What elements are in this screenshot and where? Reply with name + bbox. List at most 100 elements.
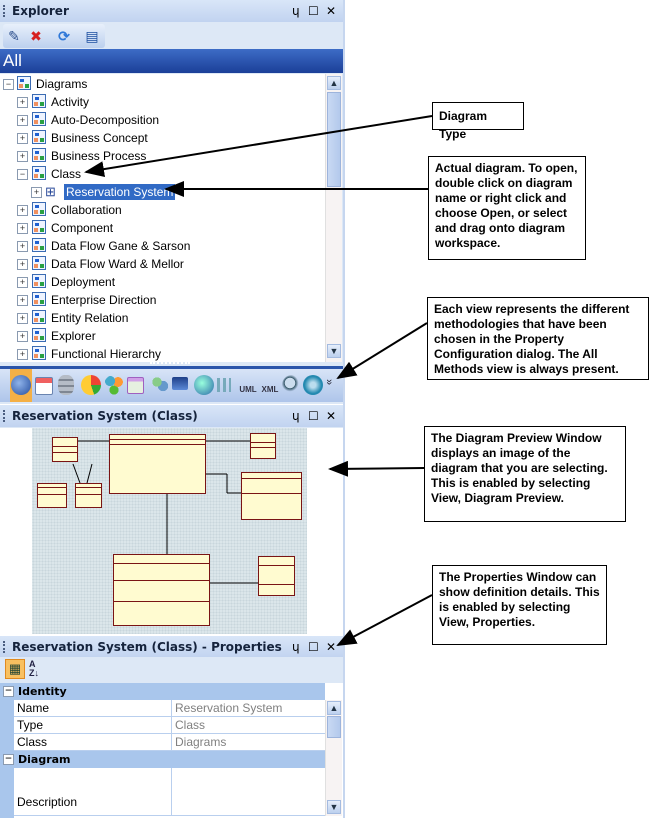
preview-canvas[interactable] <box>32 428 307 634</box>
property-row[interactable]: Name Reservation System <box>14 700 325 717</box>
expand-icon[interactable]: + <box>17 151 28 162</box>
diagram-preview[interactable] <box>0 428 343 636</box>
collapse-icon[interactable]: − <box>3 686 14 697</box>
close-icon[interactable]: ✕ <box>326 405 336 427</box>
collapse-icon[interactable]: − <box>17 169 28 180</box>
scroll-up-icon[interactable]: ▲ <box>327 76 341 90</box>
property-key: Type <box>17 718 44 732</box>
expand-icon[interactable]: + <box>17 205 28 216</box>
explorer-panel: Explorer ɥ ☐ ✕ ✎ ✖ ⟳ ▤ All − Diagrams + A… <box>0 0 343 404</box>
diagram-icon <box>32 328 46 342</box>
preview-titlebar[interactable]: Reservation System (Class) ɥ ☐ ✕ <box>0 405 343 427</box>
expand-icon[interactable]: + <box>17 277 28 288</box>
tree-item-label: Class <box>51 167 82 181</box>
property-row[interactable]: Type Class <box>14 717 325 734</box>
xml-search-icon[interactable]: XML <box>260 375 280 395</box>
expand-icon[interactable]: + <box>17 331 28 342</box>
explorer-titlebar[interactable]: Explorer ɥ ☐ ✕ <box>0 0 343 22</box>
pin-icon[interactable]: ɥ <box>292 405 300 427</box>
expand-icon[interactable]: + <box>17 349 28 360</box>
collapse-icon[interactable]: − <box>3 79 14 90</box>
scroll-up-icon[interactable]: ▲ <box>327 701 341 715</box>
tree-item-label: Deployment <box>51 275 116 289</box>
all-methods-icon[interactable] <box>11 375 31 395</box>
uml-class-box[interactable] <box>241 472 302 520</box>
expand-icon[interactable]: + <box>31 187 42 198</box>
database-icon[interactable] <box>58 375 74 395</box>
close-icon[interactable]: ✕ <box>326 0 336 22</box>
expand-icon[interactable]: + <box>17 133 28 144</box>
web-search-icon[interactable] <box>282 375 302 395</box>
property-value[interactable]: Class <box>175 717 205 734</box>
uml-class-box[interactable] <box>37 483 67 508</box>
properties-icon[interactable]: ▤ <box>83 27 101 45</box>
globe-icon[interactable] <box>194 375 214 395</box>
expand-icon[interactable]: + <box>17 97 28 108</box>
more-icon[interactable]: » <box>323 379 335 385</box>
categorized-button[interactable]: ▦ <box>5 659 25 679</box>
diagram-icon <box>32 94 46 108</box>
uml-class-box[interactable] <box>258 556 295 596</box>
uml-class-box[interactable] <box>113 554 210 626</box>
windows-icon[interactable] <box>127 377 144 394</box>
tree-item-label: Activity <box>51 95 90 109</box>
refresh-icon[interactable]: ⟳ <box>55 27 73 45</box>
diagram-icon <box>32 148 46 162</box>
expand-icon[interactable]: + <box>17 241 28 252</box>
scroll-thumb[interactable] <box>327 92 341 187</box>
tree-item-label: Business Process <box>51 149 147 163</box>
users-icon[interactable] <box>150 375 170 395</box>
maximize-icon[interactable]: ☐ <box>308 636 319 658</box>
category-diagram[interactable]: − Diagram <box>0 751 325 768</box>
property-value[interactable]: Diagrams <box>175 734 226 751</box>
maximize-icon[interactable]: ☐ <box>308 0 319 22</box>
expand-icon[interactable]: + <box>17 223 28 234</box>
monitor-icon[interactable] <box>172 377 188 390</box>
preview-title: Reservation System (Class) <box>12 409 198 423</box>
property-value[interactable]: Reservation System <box>175 700 282 717</box>
expand-icon[interactable]: + <box>17 115 28 126</box>
network-icon[interactable] <box>104 375 124 395</box>
uml-class-box[interactable] <box>75 483 102 508</box>
scroll-down-icon[interactable]: ▼ <box>327 800 341 814</box>
uml-search-icon[interactable]: UML <box>238 375 258 395</box>
properties-titlebar[interactable]: Reservation System (Class) - Properties … <box>0 636 343 658</box>
scroll-down-icon[interactable]: ▼ <box>327 344 341 358</box>
diagram-icon <box>32 130 46 144</box>
collapse-icon[interactable]: − <box>3 754 14 765</box>
expand-icon[interactable]: + <box>17 259 28 270</box>
category-identity[interactable]: − Identity <box>0 683 325 700</box>
property-row[interactable]: Description <box>14 768 325 816</box>
grip-handle[interactable] <box>3 641 7 653</box>
scales-icon[interactable] <box>303 375 323 395</box>
delete-icon[interactable]: ✖ <box>27 27 45 45</box>
scroll-thumb[interactable] <box>327 716 341 738</box>
transform-icon[interactable] <box>217 378 231 392</box>
close-icon[interactable]: ✕ <box>326 636 336 658</box>
alphabetical-button[interactable]: A Z↓ <box>29 660 39 678</box>
chart-icon[interactable] <box>81 375 101 395</box>
maximize-icon[interactable]: ☐ <box>308 405 319 427</box>
expand-icon[interactable]: + <box>17 295 28 306</box>
uml-class-box[interactable] <box>109 434 206 494</box>
pin-icon[interactable]: ɥ <box>292 0 300 22</box>
methods-toolbar: UML XML » <box>0 366 343 402</box>
property-row[interactable]: Class Diagrams <box>14 734 325 751</box>
tree-item-label: Business Concept <box>51 131 148 145</box>
diagram-icon <box>32 238 46 252</box>
diagram-icon <box>32 220 46 234</box>
grid-scrollbar[interactable]: ▲ ▼ <box>325 700 342 816</box>
uml-class-box[interactable] <box>250 433 276 459</box>
grip-handle[interactable] <box>3 5 7 17</box>
tree-item-label: Collaboration <box>51 203 122 217</box>
expand-icon[interactable]: + <box>17 313 28 324</box>
uml-class-box[interactable] <box>52 437 78 462</box>
edit-icon[interactable]: ✎ <box>5 27 23 45</box>
pin-icon[interactable]: ɥ <box>292 636 300 658</box>
grip-handle[interactable] <box>3 410 7 422</box>
diagram-icon <box>32 274 46 288</box>
diagram-icon <box>32 166 46 180</box>
org-icon[interactable] <box>35 377 53 395</box>
tree-scrollbar[interactable]: ▲ ▼ <box>325 74 342 362</box>
property-key: Name <box>17 701 50 715</box>
